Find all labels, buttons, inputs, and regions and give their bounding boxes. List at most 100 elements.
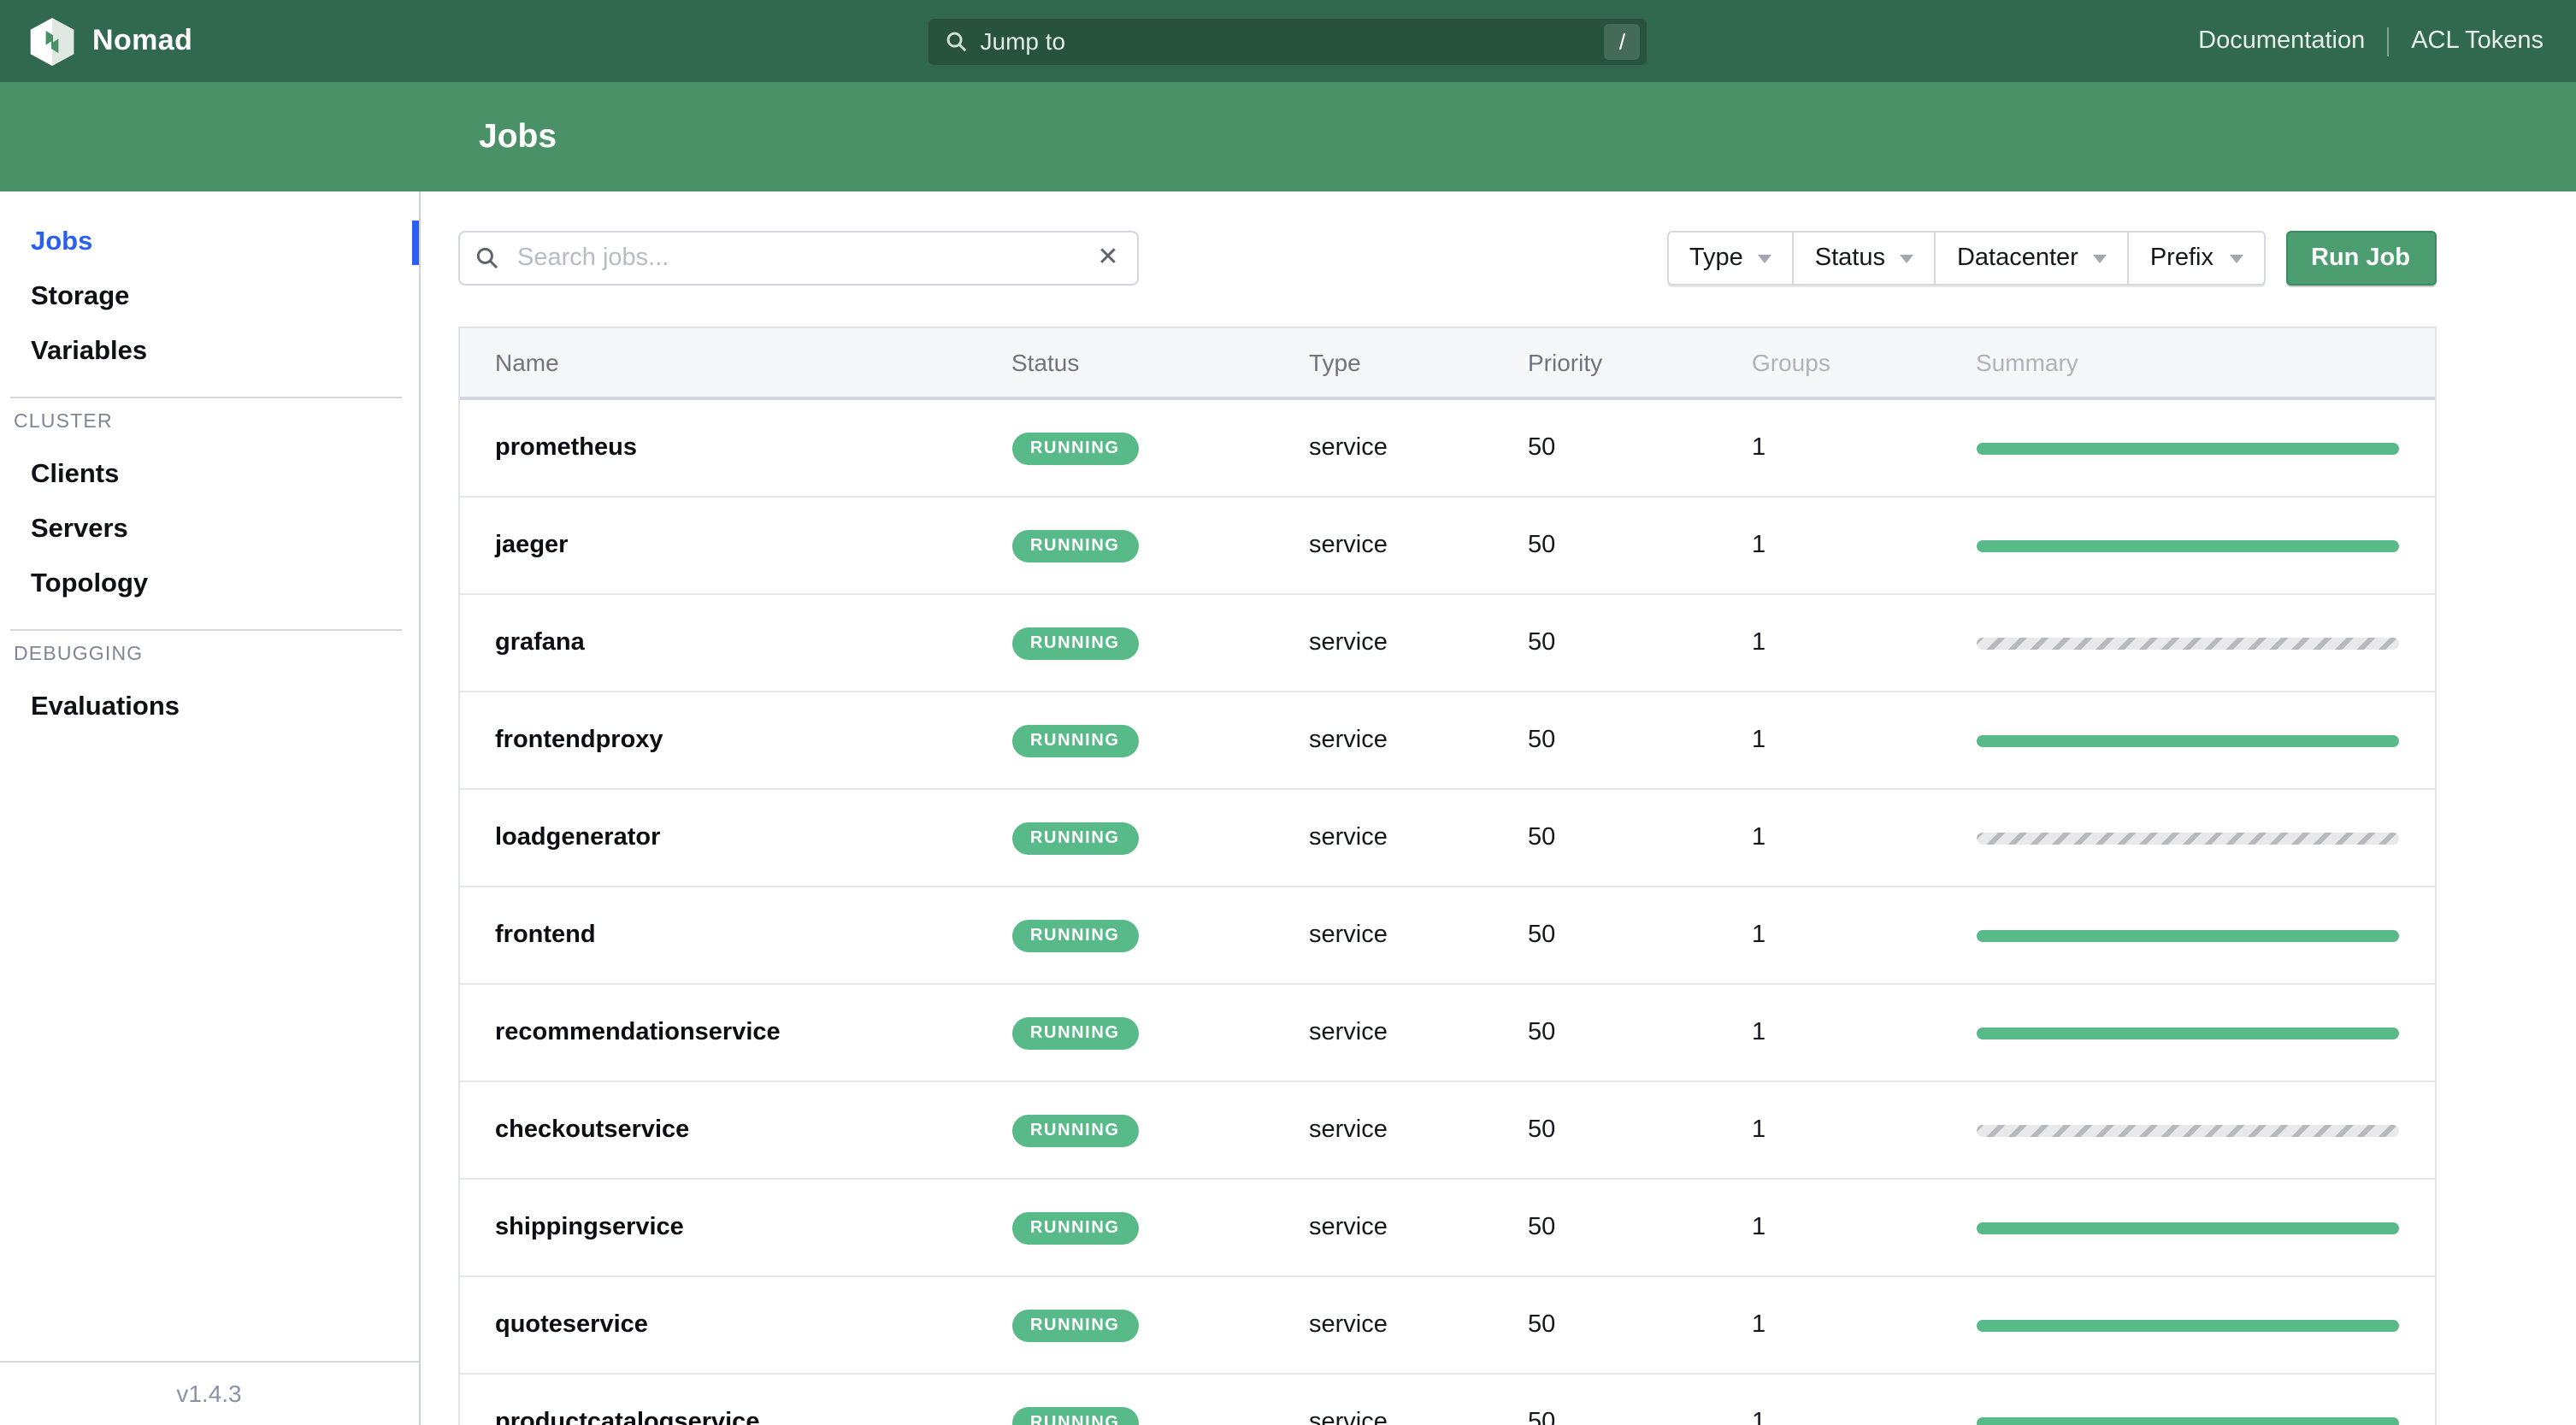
brand-name: Nomad xyxy=(92,24,193,56)
column-header-type[interactable]: Type xyxy=(1309,349,1528,376)
table-row[interactable]: shippingservice RUNNING service 50 1 xyxy=(459,1180,2434,1277)
column-header-groups: Groups xyxy=(1752,349,1830,376)
job-type: service xyxy=(1309,434,1388,462)
sidebar-divider xyxy=(10,397,401,398)
nomad-brand[interactable]: Nomad xyxy=(0,16,192,66)
sidebar-item-evaluations[interactable]: Evaluations xyxy=(0,680,418,735)
topbar-links: Documentation ACL Tokens xyxy=(2198,26,2576,56)
run-job-button[interactable]: Run Job xyxy=(2285,231,2436,286)
chevron-down-icon xyxy=(2229,254,2243,262)
sidebar-footer: v1.4.3 xyxy=(0,1360,418,1425)
summary-bar xyxy=(1976,1319,2398,1331)
table-row[interactable]: checkoutservice RUNNING service 50 1 xyxy=(459,1082,2434,1180)
job-name[interactable]: frontend xyxy=(495,922,596,949)
column-header-status[interactable]: Status xyxy=(1011,349,1309,376)
job-type: service xyxy=(1309,922,1388,949)
sidebar-item-variables[interactable]: Variables xyxy=(0,325,418,380)
controls-row: ✕ Type Status Datacenter xyxy=(457,231,2436,286)
status-badge: RUNNING xyxy=(1011,920,1139,952)
filter-label: Status xyxy=(1814,244,1885,272)
acl-tokens-link[interactable]: ACL Tokens xyxy=(2411,27,2544,55)
jump-to-search[interactable]: / xyxy=(927,16,1649,66)
chevron-down-icon xyxy=(1900,254,1914,262)
summary-bar xyxy=(1976,1222,2398,1234)
slash-key-hint: / xyxy=(1604,23,1641,59)
job-priority: 50 xyxy=(1528,824,1556,851)
job-name[interactable]: frontendproxy xyxy=(495,727,663,754)
table-row[interactable]: loadgenerator RUNNING service 50 1 xyxy=(459,790,2434,887)
sidebar-item-jobs[interactable]: Jobs xyxy=(0,215,418,270)
job-type: service xyxy=(1309,824,1388,851)
search-icon xyxy=(947,31,967,51)
sidebar-item-servers[interactable]: Servers xyxy=(0,503,418,557)
filter-prefix[interactable]: Prefix xyxy=(2129,231,2265,286)
job-name[interactable]: recommendationservice xyxy=(495,1019,781,1046)
table-header: Name Status Type Priority Groups Summary xyxy=(459,328,2434,400)
status-badge: RUNNING xyxy=(1011,1017,1139,1050)
filter-label: Prefix xyxy=(2149,244,2213,272)
table-row[interactable]: quoteservice RUNNING service 50 1 xyxy=(459,1277,2434,1375)
job-priority: 50 xyxy=(1528,1311,1556,1339)
search-input[interactable] xyxy=(457,231,1138,286)
table-row[interactable]: prometheus RUNNING service 50 1 xyxy=(459,400,2434,498)
job-groups: 1 xyxy=(1752,1214,1766,1241)
subnav: Jobs xyxy=(0,82,2576,191)
sidebar-item-topology[interactable]: Topology xyxy=(0,557,418,612)
job-priority: 50 xyxy=(1528,727,1556,754)
status-badge: RUNNING xyxy=(1011,1407,1139,1425)
chevron-down-icon xyxy=(2093,254,2107,262)
sidebar-item-clients[interactable]: Clients xyxy=(0,448,418,503)
table-row[interactable]: recommendationservice RUNNING service 50… xyxy=(459,985,2434,1082)
column-header-priority[interactable]: Priority xyxy=(1528,349,1752,376)
summary-bar xyxy=(1976,539,2398,551)
table-body: prometheus RUNNING service 50 1 jaeger R… xyxy=(459,400,2434,1425)
summary-bar xyxy=(1976,1027,2398,1039)
status-badge: RUNNING xyxy=(1011,822,1139,855)
table-row[interactable]: frontendproxy RUNNING service 50 1 xyxy=(459,692,2434,790)
job-type: service xyxy=(1309,532,1388,559)
table-row[interactable]: frontend RUNNING service 50 1 xyxy=(459,887,2434,985)
job-name[interactable]: loadgenerator xyxy=(495,824,660,851)
status-badge: RUNNING xyxy=(1011,1212,1139,1245)
sidebar-item-label: Servers xyxy=(31,515,128,544)
job-priority: 50 xyxy=(1528,434,1556,462)
job-name[interactable]: shippingservice xyxy=(495,1214,684,1241)
job-name[interactable]: jaeger xyxy=(495,532,568,559)
summary-bar xyxy=(1976,832,2398,844)
job-groups: 1 xyxy=(1752,1311,1766,1339)
active-indicator xyxy=(411,221,418,265)
job-name[interactable]: checkoutservice xyxy=(495,1116,689,1144)
job-groups: 1 xyxy=(1752,532,1766,559)
search-icon xyxy=(475,246,498,268)
jump-to-input[interactable] xyxy=(980,27,1605,55)
summary-bar xyxy=(1976,1124,2398,1136)
documentation-link[interactable]: Documentation xyxy=(2198,27,2365,55)
summary-bar xyxy=(1976,637,2398,649)
job-priority: 50 xyxy=(1528,1116,1556,1144)
column-header-name[interactable]: Name xyxy=(459,349,1011,376)
summary-bar xyxy=(1976,442,2398,454)
filter-group: Type Status Datacenter Prefix xyxy=(1666,231,2265,286)
job-name[interactable]: productcatalogservice xyxy=(495,1409,759,1425)
filter-type[interactable]: Type xyxy=(1666,231,1795,286)
job-name[interactable]: quoteservice xyxy=(495,1311,648,1339)
job-name[interactable]: grafana xyxy=(495,629,585,657)
sidebar-item-storage[interactable]: Storage xyxy=(0,270,418,325)
filter-datacenter[interactable]: Datacenter xyxy=(1936,231,2130,286)
table-row[interactable]: jaeger RUNNING service 50 1 xyxy=(459,498,2434,595)
table-row[interactable]: productcatalogservice RUNNING service 50… xyxy=(459,1375,2434,1425)
status-badge: RUNNING xyxy=(1011,725,1139,757)
job-groups: 1 xyxy=(1752,727,1766,754)
jobs-table: Name Status Type Priority Groups Summary… xyxy=(457,327,2436,1425)
main-content: ✕ Type Status Datacenter xyxy=(420,191,2576,1425)
job-groups: 1 xyxy=(1752,434,1766,462)
job-priority: 50 xyxy=(1528,629,1556,657)
sidebar-section-debugging: DEBUGGING xyxy=(14,645,144,665)
filter-status[interactable]: Status xyxy=(1794,231,1936,286)
job-groups: 1 xyxy=(1752,1116,1766,1144)
clear-search-icon[interactable]: ✕ xyxy=(1093,243,1123,272)
column-header-summary: Summary xyxy=(1976,349,2078,376)
table-row[interactable]: grafana RUNNING service 50 1 xyxy=(459,595,2434,692)
job-name[interactable]: prometheus xyxy=(495,434,637,462)
job-type: service xyxy=(1309,1311,1388,1339)
